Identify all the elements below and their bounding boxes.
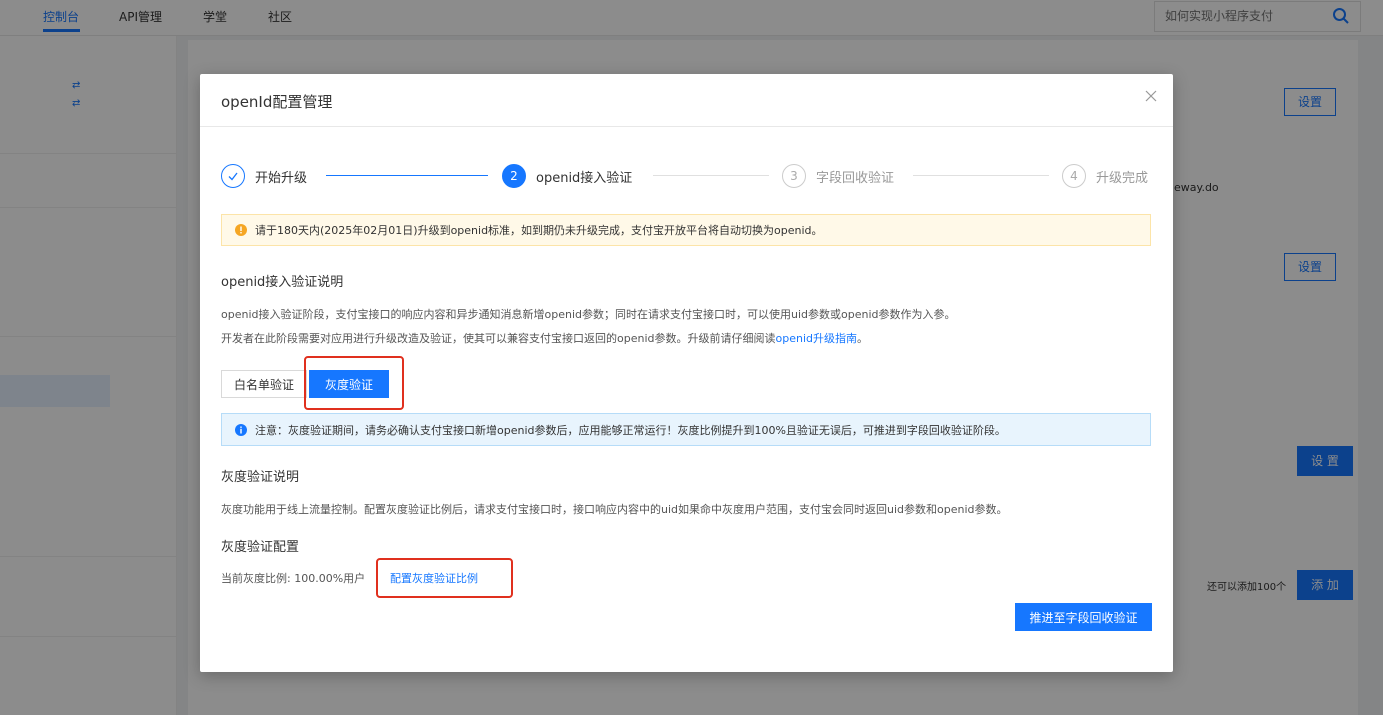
step-number: 3: [782, 164, 806, 188]
section-title: 灰度验证说明: [221, 470, 300, 485]
section-title: 灰度验证配置: [221, 540, 300, 555]
advance-to-field-recycle-button[interactable]: 推进至字段回收验证: [1015, 603, 1152, 631]
description-text: 灰度功能用于线上流量控制。配置灰度验证比例后，请求支付宝接口时，接口响应内容中的…: [221, 503, 1008, 516]
warning-text: 请于180天内(2025年02月01日)升级到openid标准，如到期仍未升级完…: [255, 224, 823, 237]
upgrade-guide-link[interactable]: openid升级指南: [776, 332, 858, 345]
step-openid-verify: 2 openid接入验证: [502, 162, 632, 190]
highlight-box: [376, 558, 513, 598]
close-icon[interactable]: [1143, 88, 1159, 104]
step-label: 升级完成: [1096, 170, 1149, 186]
info-text: 注意：灰度验证期间，请务必确认支付宝接口新增openid参数后，应用能够正常运行…: [255, 423, 1006, 437]
step-connector: [326, 175, 488, 176]
section-title: openid接入验证说明: [221, 275, 344, 290]
step-upgrade-complete: 4 升级完成: [1062, 162, 1148, 190]
step-start-upgrade: 开始升级: [221, 162, 307, 190]
step-label: 开始升级: [255, 170, 308, 186]
info-alert: 注意：灰度验证期间，请务必确认支付宝接口新增openid参数后，应用能够正常运行…: [221, 413, 1151, 446]
step-connector: [913, 175, 1049, 176]
step-number: 2: [502, 164, 526, 188]
step-field-recycle: 3 字段回收验证: [782, 162, 894, 190]
openid-config-modal: openId配置管理 开始升级 2 openid接入验证 3 字段回收验证 4 …: [200, 74, 1173, 672]
highlight-box: [304, 356, 404, 410]
modal-header: openId配置管理: [200, 74, 1173, 127]
step-label: openid接入验证: [536, 170, 633, 186]
step-connector: [653, 175, 769, 176]
step-label: 字段回收验证: [816, 170, 895, 186]
info-icon: [235, 423, 247, 436]
current-ratio-text: 当前灰度比例: 100.00%用户: [221, 572, 366, 585]
progress-steps: 开始升级 2 openid接入验证 3 字段回收验证 4 升级完成: [221, 162, 1153, 190]
modal-title: openId配置管理: [221, 93, 333, 111]
tab-whitelist-verify[interactable]: 白名单验证: [221, 370, 308, 398]
description-text: 开发者在此阶段需要对应用进行升级改造及验证，使其可以兼容支付宝接口返回的open…: [221, 332, 868, 345]
description-text: openid接入验证阶段，支付宝接口的响应内容和异步通知消息新增openid参数…: [221, 308, 956, 321]
warning-icon: [235, 224, 247, 236]
warning-alert: 请于180天内(2025年02月01日)升级到openid标准，如到期仍未升级完…: [221, 214, 1151, 246]
step-number: 4: [1062, 164, 1086, 188]
check-icon: [221, 164, 245, 188]
